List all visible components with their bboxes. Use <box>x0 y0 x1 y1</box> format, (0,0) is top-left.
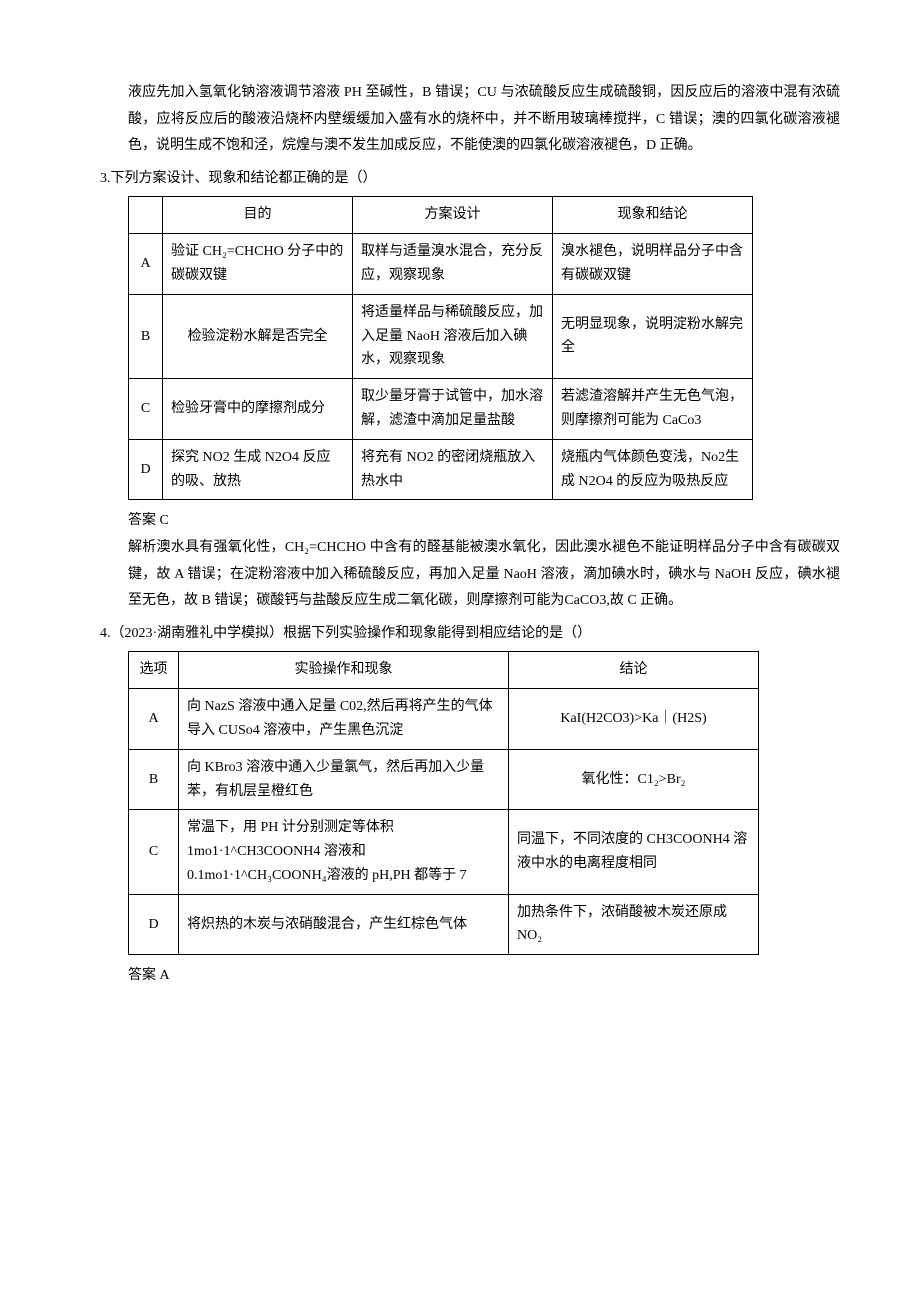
q4-stem: 4.（2023·湖南雅礼中学模拟）根据下列实验操作和现象能得到相应结论的是（） <box>100 621 840 648</box>
q4-h1: 实验操作和现象 <box>179 652 509 689</box>
q3-c-opt: C <box>129 379 163 440</box>
q3-h3: 现象和结论 <box>553 197 753 234</box>
q3-header-row: 目的 方案设计 现象和结论 <box>129 197 753 234</box>
q4-c-op: 常温下，用 PH 计分别测定等体积1mo1·1^CH3COONH4 溶液和0.1… <box>179 810 509 894</box>
table-row: D 将炽热的木炭与浓硝酸混合，产生红棕色气体 加热条件下，浓硝酸被木炭还原成NO… <box>129 894 759 955</box>
q3-stem: 3.下列方案设计、现象和结论都正确的是（） <box>100 166 840 193</box>
q3-b-plan: 将适量样品与稀硫酸反应，加入足量 NaoH 溶液后加入碘水，观察现象 <box>353 294 553 378</box>
q4-d-concl: 加热条件下，浓硝酸被木炭还原成NO₂ <box>509 894 759 955</box>
q4-table: 选项 实验操作和现象 结论 A 向 NazS 溶液中通入足量 C02,然后再将产… <box>128 651 759 955</box>
q4-c-concl: 同温下，不同浓度的 CH3COONH4 溶液中水的电离程度相同 <box>509 810 759 894</box>
q3-a-purpose: 验证 CH₂=CHCHO 分子中的碳碳双键 <box>163 234 353 295</box>
q3-b-result: 无明显现象，说明淀粉水解完全 <box>553 294 753 378</box>
q4-a-opt: A <box>129 689 179 750</box>
table-row: D 探究 NO2 生成 N2O4 反应的吸、放热 将充有 NO2 的密闭烧瓶放入… <box>129 439 753 500</box>
q4-answer-block: 答案 A <box>100 963 840 990</box>
q4-d-opt: D <box>129 894 179 955</box>
q3-h2: 方案设计 <box>353 197 553 234</box>
q3-b-purpose: 检验淀粉水解是否完全 <box>163 294 353 378</box>
table-row: C 常温下，用 PH 计分别测定等体积1mo1·1^CH3COONH4 溶液和0… <box>129 810 759 894</box>
q4-b-op: 向 KBro3 溶液中通入少量氯气，然后再加入少量苯，有机层呈橙红色 <box>179 749 509 810</box>
q3-table: 目的 方案设计 现象和结论 A 验证 CH₂=CHCHO 分子中的碳碳双键 取样… <box>128 196 753 500</box>
q3-a-plan: 取样与适量溴水混合，充分反应，观察现象 <box>353 234 553 295</box>
table-row: A 验证 CH₂=CHCHO 分子中的碳碳双键 取样与适量溴水混合，充分反应，观… <box>129 234 753 295</box>
q3-c-result: 若滤渣溶解并产生无色气泡，则摩擦剂可能为 CaCo3 <box>553 379 753 440</box>
q3-h0 <box>129 197 163 234</box>
q3-d-plan: 将充有 NO2 的密闭烧瓶放入热水中 <box>353 439 553 500</box>
q3-b-opt: B <box>129 294 163 378</box>
intro-paragraph: 液应先加入氢氧化钠溶液调节溶液 PH 至碱性，B 错误；CU 与浓硫酸反应生成硫… <box>100 80 840 160</box>
q4-answer: 答案 A <box>128 963 840 990</box>
q3-d-result: 烧瓶内气体颜色变浅，No2生成 N2O4 的反应为吸热反应 <box>553 439 753 500</box>
q4-header-row: 选项 实验操作和现象 结论 <box>129 652 759 689</box>
q4-a-op: 向 NazS 溶液中通入足量 C02,然后再将产生的气体导入 CUSo4 溶液中… <box>179 689 509 750</box>
table-row: A 向 NazS 溶液中通入足量 C02,然后再将产生的气体导入 CUSo4 溶… <box>129 689 759 750</box>
q3-c-plan: 取少量牙膏于试管中，加水溶解，滤渣中滴加足量盐酸 <box>353 379 553 440</box>
q4-c-opt: C <box>129 810 179 894</box>
q3-explain: 解析澳水具有强氧化性，CH₂=CHCHO 中含有的醛基能被澳水氧化，因此澳水褪色… <box>128 535 840 615</box>
q3-d-purpose: 探究 NO2 生成 N2O4 反应的吸、放热 <box>163 439 353 500</box>
q4-b-concl: 氧化性：C1₂>Br₂ <box>509 749 759 810</box>
q4-d-op: 将炽热的木炭与浓硝酸混合，产生红棕色气体 <box>179 894 509 955</box>
q3-a-result: 溴水褪色，说明样品分子中含有碳碳双键 <box>553 234 753 295</box>
table-row: B 向 KBro3 溶液中通入少量氯气，然后再加入少量苯，有机层呈橙红色 氧化性… <box>129 749 759 810</box>
q3-a-opt: A <box>129 234 163 295</box>
q4-b-opt: B <box>129 749 179 810</box>
q3-c-purpose: 检验牙膏中的摩擦剂成分 <box>163 379 353 440</box>
q4-h0: 选项 <box>129 652 179 689</box>
table-row: C 检验牙膏中的摩擦剂成分 取少量牙膏于试管中，加水溶解，滤渣中滴加足量盐酸 若… <box>129 379 753 440</box>
q3-d-opt: D <box>129 439 163 500</box>
q3-answer: 答案 C <box>128 508 840 535</box>
q4-a-concl: KaI(H2CO3)>Ka｜(H2S) <box>509 689 759 750</box>
table-row: B 检验淀粉水解是否完全 将适量样品与稀硫酸反应，加入足量 NaoH 溶液后加入… <box>129 294 753 378</box>
q4-h2: 结论 <box>509 652 759 689</box>
q3-h1: 目的 <box>163 197 353 234</box>
q3-answer-block: 答案 C 解析澳水具有强氧化性，CH₂=CHCHO 中含有的醛基能被澳水氧化，因… <box>100 508 840 614</box>
